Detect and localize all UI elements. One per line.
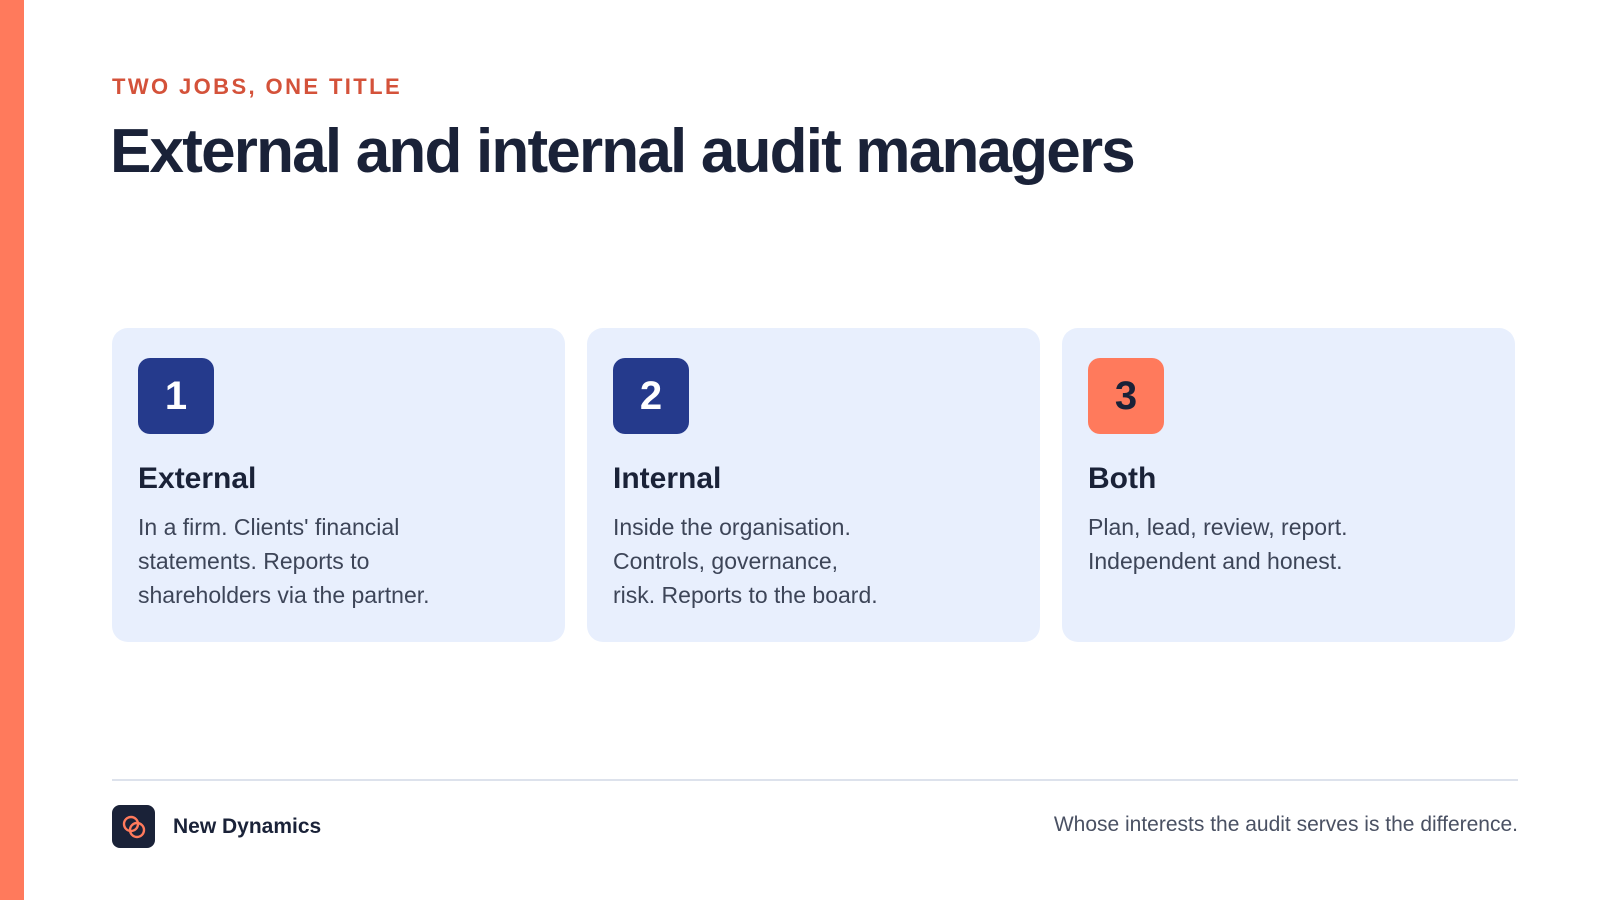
card-description-line: Inside the organisation.	[613, 514, 851, 540]
card-both: 3 Both Plan, lead, review, report. Indep…	[1062, 328, 1515, 642]
slide-title: External and internal audit managers	[110, 117, 1136, 186]
card-description: In a firm. Clients' financial statements…	[138, 510, 478, 612]
card-heading: Internal	[613, 462, 722, 495]
card-external: 1 External In a firm. Clients' financial…	[112, 328, 565, 642]
footer-note: Whose interests the audit serves is the …	[1053, 813, 1518, 836]
card-description-line: risk. Reports to the board.	[613, 582, 878, 608]
number-badge: 1	[138, 358, 214, 434]
card-internal: 2 Internal Inside the organisation. Cont…	[587, 328, 1040, 642]
card-description-line: shareholders via the partner.	[138, 582, 430, 608]
card-description-line: Plan, lead, review, report.	[1088, 514, 1348, 540]
card-heading: Both	[1088, 462, 1157, 495]
card-description-line: Independent and honest.	[1088, 548, 1343, 574]
card-description: Inside the organisation. Controls, gover…	[613, 510, 953, 612]
footer-brand: New Dynamics	[112, 805, 321, 848]
interlocking-rings-icon	[112, 805, 155, 848]
footer-divider	[112, 779, 1518, 781]
card-heading: External	[138, 462, 257, 495]
card-description: Plan, lead, review, report. Independent …	[1088, 510, 1428, 578]
slide-eyebrow: TWO JOBS, ONE TITLE	[112, 74, 403, 99]
card-description-line: Controls, governance,	[613, 548, 839, 574]
card-row: 1 External In a firm. Clients' financial…	[112, 328, 1515, 642]
card-description-line: statements. Reports to	[138, 548, 370, 574]
number-badge: 3	[1088, 358, 1164, 434]
number-badge: 2	[613, 358, 689, 434]
card-description-line: In a firm. Clients' financial	[138, 514, 400, 540]
brand-name: New Dynamics	[173, 814, 322, 838]
left-accent-bar	[0, 0, 24, 900]
